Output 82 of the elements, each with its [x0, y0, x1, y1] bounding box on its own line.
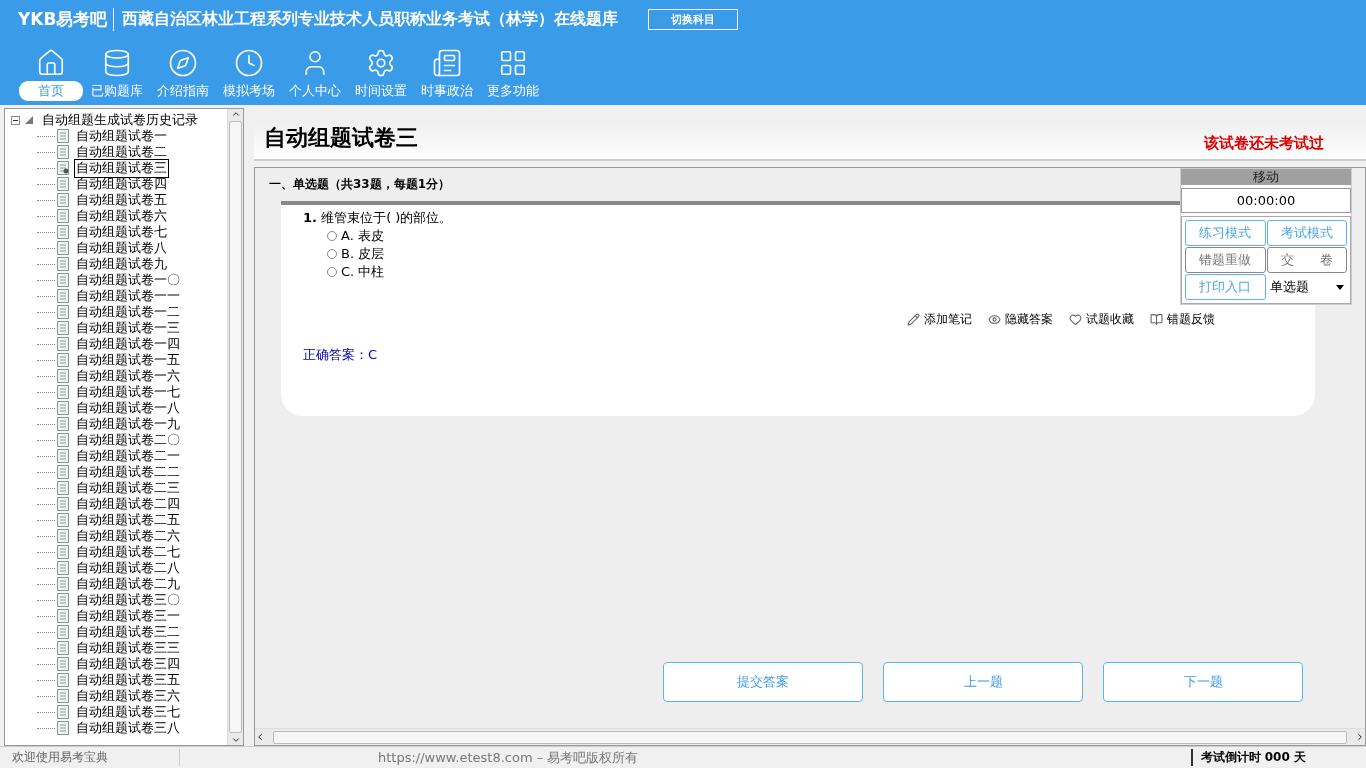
document-icon	[57, 465, 69, 479]
document-icon	[57, 721, 69, 735]
document-icon	[57, 177, 69, 191]
question-action-link[interactable]: 错题反馈	[1150, 311, 1215, 328]
copyright-text: https://www.etest8.com – 易考吧版权所有	[377, 748, 640, 767]
eye-icon	[988, 313, 1001, 326]
document-icon	[57, 369, 69, 383]
question-action-link[interactable]: 添加笔记	[907, 311, 972, 328]
option-label[interactable]: C. 中柱	[341, 263, 385, 281]
app-title: 西藏自治区林业工程系列专业技术人员职称业务考试（林学）在线题库	[122, 8, 619, 30]
grid-icon[interactable]	[498, 48, 528, 78]
document-icon	[57, 337, 69, 351]
document-icon	[57, 481, 69, 495]
question-type-select[interactable]: 单选题	[1266, 274, 1347, 300]
document-icon	[57, 625, 69, 639]
document-icon	[57, 657, 69, 671]
scroll-up-icon[interactable]	[230, 109, 241, 119]
tree-item[interactable]: 自动组题试卷三	[74, 158, 169, 178]
document-icon	[57, 289, 69, 303]
correct-answer: 正确答案：C	[303, 346, 379, 364]
home-icon[interactable]	[36, 48, 66, 78]
vertical-scrollbar[interactable]	[227, 109, 243, 745]
document-icon	[57, 385, 69, 399]
app-logo: YKB易考吧	[18, 7, 115, 31]
document-icon	[57, 193, 69, 207]
horizontal-scrollbar[interactable]	[255, 728, 1365, 745]
clock-icon[interactable]	[234, 48, 264, 78]
document-icon	[57, 529, 69, 543]
document-icon	[57, 145, 69, 159]
document-icon	[57, 561, 69, 575]
radio-button[interactable]	[327, 249, 337, 259]
option-label[interactable]: B. 皮层	[341, 245, 385, 263]
scroll-right-icon[interactable]	[1355, 732, 1365, 742]
question-action-link[interactable]: 试题收藏	[1069, 311, 1134, 328]
document-icon	[57, 577, 69, 591]
question-text: 1. 维管束位于( )的部位。	[303, 209, 454, 227]
document-pin-icon	[57, 161, 69, 175]
document-icon	[57, 129, 69, 143]
document-icon	[57, 417, 69, 431]
paper-status: 该试卷还未考试过	[1204, 134, 1324, 153]
book-icon	[1150, 313, 1163, 326]
radio-button[interactable]	[327, 231, 337, 241]
paper-title: 自动组题试卷三	[264, 124, 418, 152]
welcome-text: 欢迎使用易考宝典	[0, 749, 180, 766]
document-icon	[57, 641, 69, 655]
scroll-down-icon[interactable]	[230, 735, 241, 745]
exam-countdown: 考试倒计时 000 天	[1190, 749, 1366, 766]
dropdown-caret-icon	[1336, 284, 1344, 290]
document-icon	[57, 241, 69, 255]
document-icon	[57, 609, 69, 623]
compass-icon[interactable]	[168, 48, 198, 78]
panel-drag-handle[interactable]: 移动	[1181, 169, 1351, 185]
document-icon	[57, 273, 69, 287]
document-icon	[57, 321, 69, 335]
document-icon	[57, 433, 69, 447]
document-icon	[57, 513, 69, 527]
heart-icon	[1069, 313, 1082, 326]
database-icon[interactable]	[102, 48, 132, 78]
triangle-icon	[24, 115, 34, 125]
document-icon	[57, 209, 69, 223]
document-icon	[57, 401, 69, 415]
question-action-link[interactable]: 隐藏答案	[988, 311, 1053, 328]
settings-icon[interactable]	[366, 48, 396, 78]
document-icon	[57, 673, 69, 687]
document-icon	[57, 593, 69, 607]
section-heading: 一、单选题（共33题，每题1分）	[269, 176, 451, 193]
timer-display: 00:00:00	[1181, 188, 1351, 213]
document-icon	[57, 689, 69, 703]
scroll-left-icon[interactable]	[255, 732, 265, 742]
document-icon	[57, 545, 69, 559]
document-icon	[57, 497, 69, 511]
document-icon	[57, 353, 69, 367]
document-icon	[57, 449, 69, 463]
document-icon	[57, 257, 69, 271]
radio-button[interactable]	[327, 267, 337, 277]
document-icon	[57, 705, 69, 719]
option-label[interactable]: A. 表皮	[341, 227, 384, 245]
newspaper-icon[interactable]	[432, 48, 462, 78]
pencil-icon	[907, 313, 920, 326]
document-icon	[57, 305, 69, 319]
document-icon	[57, 225, 69, 239]
collapse-toggle[interactable]	[11, 115, 20, 125]
